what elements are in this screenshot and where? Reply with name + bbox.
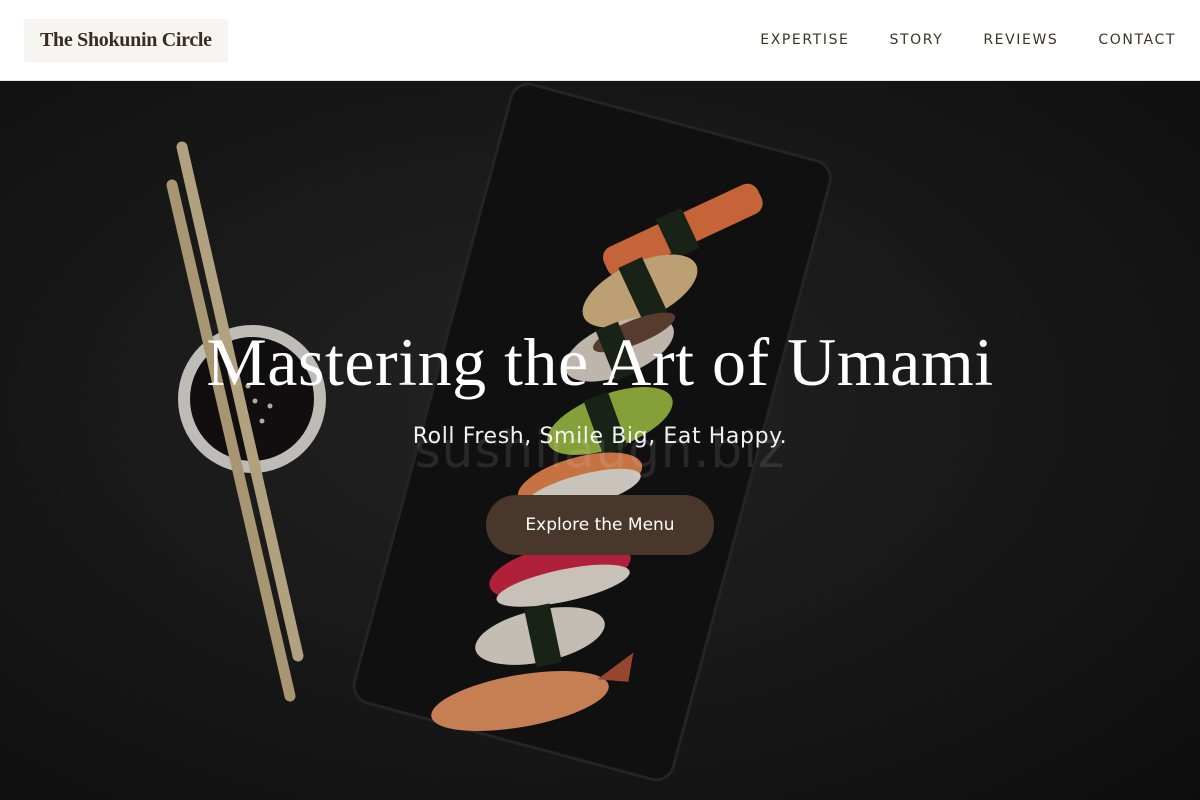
primary-nav: EXPERTISE STORY REVIEWS CONTACT: [760, 32, 1176, 48]
hero-tagline: Roll Fresh, Smile Big, Eat Happy.: [412, 424, 788, 449]
top-navbar: The Shokunin Circle EXPERTISE STORY REVI…: [0, 0, 1200, 81]
brand-logo[interactable]: The Shokunin Circle: [24, 18, 228, 62]
nav-link-story[interactable]: STORY: [890, 32, 944, 48]
hero-headline: Mastering the Art of Umami: [206, 324, 994, 400]
hero-section: Mastering the Art of Umami sushilaugh.bi…: [0, 81, 1200, 800]
nav-link-contact[interactable]: CONTACT: [1098, 32, 1176, 48]
nav-link-expertise[interactable]: EXPERTISE: [760, 32, 849, 48]
nav-link-reviews[interactable]: REVIEWS: [983, 32, 1058, 48]
explore-menu-button[interactable]: Explore the Menu: [486, 495, 714, 555]
hero-content: Mastering the Art of Umami sushilaugh.bi…: [0, 81, 1200, 800]
